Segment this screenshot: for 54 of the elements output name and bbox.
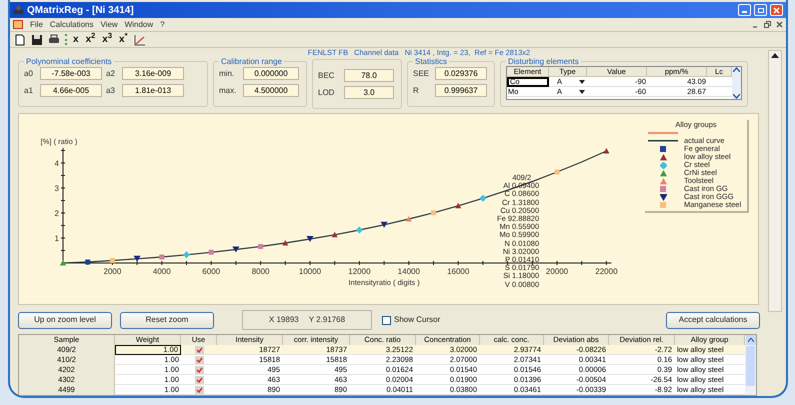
field-label: SEE xyxy=(413,68,430,80)
y-tick-label: 4 xyxy=(54,159,59,168)
menu-item[interactable]: Window xyxy=(124,18,154,30)
checkbox-label: Show Cursor xyxy=(394,314,440,326)
x-tick-label: 16000 xyxy=(447,267,470,276)
x-tick-label: 22000 xyxy=(595,267,618,276)
toolbar-button[interactable]: x$^{3}$ xyxy=(101,34,114,44)
value-field[interactable]: -7.58e-003 xyxy=(40,67,102,80)
x-tick-label: 12000 xyxy=(348,267,371,276)
x-tick-label: 4000 xyxy=(152,267,171,276)
menu-item[interactable]: File xyxy=(30,18,43,30)
x-tick-label: 8000 xyxy=(252,267,270,276)
group-title: Calibration range xyxy=(220,57,283,66)
group-title: Statistics xyxy=(414,57,448,66)
value-field[interactable]: 0.999637 xyxy=(435,84,487,97)
y-tick-label: 3 xyxy=(54,184,59,193)
x-tick-label: 14000 xyxy=(398,267,420,276)
value-field[interactable]: 0.029376 xyxy=(435,67,487,80)
y-tick-label: 1 xyxy=(54,234,59,243)
field-label: max. xyxy=(219,84,238,96)
x-tick-label: 2000 xyxy=(104,267,122,276)
field-label: a3 xyxy=(106,84,116,96)
field-label: a1 xyxy=(24,84,34,96)
group-title: Disturbing elements xyxy=(507,57,580,66)
zoom-button[interactable]: Up on zoom level xyxy=(18,312,112,328)
field-label: R xyxy=(413,84,420,96)
value-field[interactable]: 4.500000 xyxy=(243,84,299,97)
x-tick-label: 6000 xyxy=(202,267,220,276)
value-field[interactable]: 1.81e-013 xyxy=(122,84,184,97)
field-label: a0 xyxy=(24,68,34,80)
field-label: min. xyxy=(219,68,236,80)
field-label: BEC xyxy=(318,70,336,82)
accept-button[interactable]: Accept calculations xyxy=(666,312,760,328)
menu-item[interactable]: View xyxy=(100,18,118,30)
field-label: a2 xyxy=(106,68,116,80)
toolbar-button[interactable]: x$^{*}$ xyxy=(118,34,129,44)
value-field[interactable]: 78.0 xyxy=(344,69,394,82)
y-tick-label: 2 xyxy=(54,209,59,218)
field-label: LOD xyxy=(318,86,336,98)
x-tick-label: 20000 xyxy=(546,267,568,276)
value-field[interactable]: 3.16e-009 xyxy=(122,67,184,80)
window-title: QMatrixReg - [Ni 3414] xyxy=(27,4,134,18)
value-field[interactable]: 3.0 xyxy=(344,86,394,99)
zoom-button[interactable]: Reset zoom xyxy=(120,312,214,328)
value-field[interactable]: 0.000000 xyxy=(243,67,299,80)
cursor-x-value: X 19893 xyxy=(268,314,299,326)
menu-item[interactable]: ? xyxy=(160,18,165,30)
cursor-y-value: Y 2.91768 xyxy=(308,314,346,326)
toolbar-button[interactable]: x$^{2}$ xyxy=(84,34,96,44)
value-field[interactable]: 4.66e-005 xyxy=(40,84,102,97)
toolbar-button[interactable]: x xyxy=(72,34,80,44)
x-tick-label: 10000 xyxy=(298,267,322,276)
menu-item[interactable]: Calculations xyxy=(50,18,94,30)
group-title: Polynominal coefficients xyxy=(25,57,113,66)
